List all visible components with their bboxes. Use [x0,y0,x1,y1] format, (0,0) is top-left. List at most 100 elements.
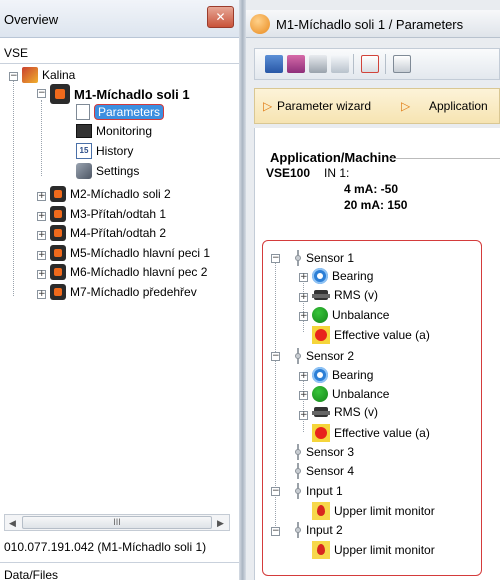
tree-node-label: Effective value (a) [334,328,430,342]
expand-collapse-toggle[interactable]: + [299,391,308,400]
expand-collapse-toggle[interactable]: + [299,293,308,302]
tree-node-sensor[interactable]: Sensor 4 [294,463,354,479]
tree-node-machine[interactable]: M6-Míchadlo hlavní pec 2 [50,264,207,280]
tree-node-monitoring[interactable]: Monitoring [76,124,152,138]
tree-line [13,80,14,296]
rms-icon [312,405,330,419]
close-button[interactable]: ✕ [207,6,234,28]
application-link[interactable]: Application [429,99,488,113]
tree-node-param[interactable]: Effective value (a) [312,424,430,442]
expand-collapse-toggle[interactable]: + [37,270,46,279]
scroll-left-icon[interactable]: ◀ [9,518,16,529]
expand-collapse-toggle[interactable]: + [299,372,308,381]
tree-node-machine[interactable]: M3-Přítah/odtah 1 [50,206,166,222]
expand-collapse-toggle[interactable]: − [271,527,280,536]
tree-node-param[interactable]: Bearing [312,367,373,383]
tree-node-sensor[interactable]: Sensor 3 [294,444,354,460]
expand-collapse-toggle[interactable]: + [37,192,46,201]
tree-node-m1[interactable]: M1-Míchadlo soli 1 [50,84,190,104]
arrow-right-icon: ▷ [263,99,273,113]
tree-node-machine[interactable]: M4-Přítah/odtah 2 [50,225,166,241]
tree-line [303,278,304,332]
machine-icon [50,284,66,300]
tree-node-param[interactable]: Unbalance [312,386,389,402]
tree-node-sensor[interactable]: Sensor 1 [294,250,354,266]
application-box: Application/Machine VSE100 IN 1: 4 mA: -… [266,150,500,232]
parameters-tab[interactable]: M1-Míchadlo soli 1 / Parameters [246,10,500,38]
plant-icon [22,67,38,83]
scroll-right-icon[interactable]: ▶ [217,518,224,529]
sensor-icon [294,444,302,460]
tree-node-label: Settings [96,164,140,178]
tree-node-settings[interactable]: Settings [76,163,139,179]
expand-collapse-toggle[interactable]: + [37,231,46,240]
tree-node-machine[interactable]: M5-Míchadlo hlavní peci 1 [50,245,210,261]
application-title: Application/Machine [270,150,397,165]
device-icon [250,14,270,34]
scale-20ma: 20 mA: 150 [344,198,408,212]
expand-collapse-toggle[interactable]: + [299,273,308,282]
tree-node-param[interactable]: RMS (v) [312,288,378,302]
expand-collapse-toggle[interactable]: + [37,251,46,260]
tree-node-label: M1-Míchadlo soli 1 [74,86,190,102]
bearing-icon [312,367,328,383]
limit-monitor-icon [312,541,330,559]
tree-node-label: RMS (v) [334,405,378,419]
tree-node-history[interactable]: 15 History [76,143,133,159]
tree-node-param[interactable]: Unbalance [312,307,389,323]
tree-node-kalina[interactable]: Kalina [22,67,75,83]
tree-node-input[interactable]: Input 1 [294,483,343,499]
bearing-icon [312,268,328,284]
transfer-icon[interactable] [393,55,411,73]
root-label: VSE [4,46,29,60]
expand-collapse-toggle[interactable]: + [37,290,46,299]
tree-node-param[interactable]: Upper limit monitor [312,541,435,559]
scroll-thumb[interactable]: III [22,516,212,529]
parameter-wizard-link[interactable]: Parameter wizard [277,99,371,113]
tree-node-machine[interactable]: M7-Míchadlo předehřev [50,284,197,300]
print-icon[interactable] [309,55,327,73]
tree-node-label: M5-Míchadlo hlavní peci 1 [70,246,211,260]
sensor-icon [294,348,302,364]
tree-node-label: Sensor 3 [306,445,355,459]
tree-node-label: Input 1 [306,484,343,498]
horizontal-scrollbar[interactable]: ◀ III ▶ [4,514,230,531]
tree-node-label: Parameters [94,104,165,120]
expand-collapse-toggle[interactable]: − [271,487,280,496]
tree-node-label: M7-Míchadlo předehřev [70,285,197,299]
machine-icon [50,186,66,202]
copy-icon[interactable] [331,55,349,73]
tree-node-input[interactable]: Input 2 [294,522,343,538]
panel-splitter[interactable] [239,0,246,580]
expand-collapse-toggle[interactable]: − [9,72,18,81]
toolbar-separator [385,54,386,74]
tree-node-machine[interactable]: M2-Míchadlo soli 2 [50,186,171,202]
export-icon[interactable] [361,55,379,73]
tree-node-label: Monitoring [96,124,153,138]
tree-node-param[interactable]: Bearing [312,268,373,284]
monitor-icon [76,124,92,138]
tree-node-label: Kalina [42,68,76,82]
tree-node-label: Bearing [332,269,374,283]
expand-collapse-toggle[interactable]: + [37,212,46,221]
expand-collapse-toggle[interactable]: − [271,254,280,263]
save-as-icon[interactable] [287,55,305,73]
tree-node-parameters[interactable]: Parameters [76,104,165,120]
device-model: VSE100 [266,166,311,180]
save-icon[interactable] [265,55,283,73]
tree-node-param[interactable]: Upper limit monitor [312,502,435,520]
expand-collapse-toggle[interactable]: − [37,89,46,98]
input-icon [294,522,302,538]
tree-node-param[interactable]: RMS (v) [312,405,378,419]
tree-node-param[interactable]: Effective value (a) [312,326,430,344]
machine-icon [50,84,70,104]
machine-icon [50,264,66,280]
tree-node-label: Unbalance [332,308,390,322]
input-icon [294,483,302,499]
expand-collapse-toggle[interactable]: + [299,411,308,420]
expand-collapse-toggle[interactable]: − [271,352,280,361]
expand-collapse-toggle[interactable]: + [299,312,308,321]
unbalance-icon [312,307,328,323]
toolbar-separator [353,54,354,74]
tree-node-sensor[interactable]: Sensor 2 [294,348,354,364]
